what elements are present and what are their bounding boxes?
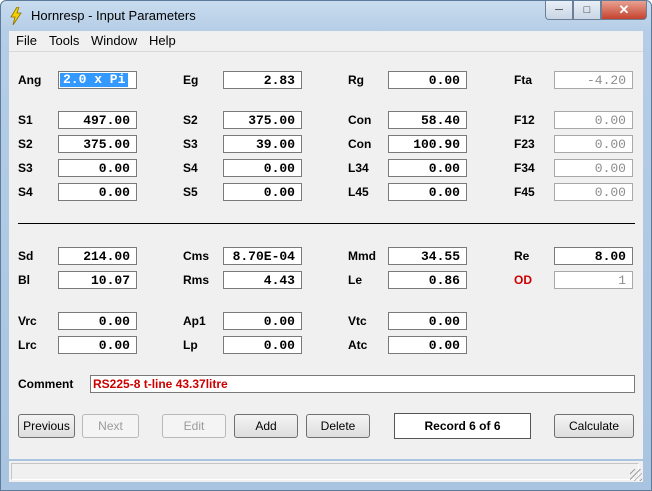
field-rms[interactable]: 4.43 [223,271,302,289]
label-f12: F12 [514,113,535,127]
field-f23: 0.00 [554,135,633,153]
field-s2[interactable]: 375.00 [58,135,137,153]
field-l34[interactable]: 0.00 [388,159,467,177]
label-rg: Rg [348,73,364,87]
label-comment: Comment [18,377,74,391]
label-s4-upper: S4 [183,161,198,175]
field-l45[interactable]: 0.00 [388,183,467,201]
maximize-icon: □ [583,4,591,16]
field-con2[interactable]: 100.90 [388,135,467,153]
menu-tools[interactable]: Tools [49,33,79,48]
label-od[interactable]: OD [514,273,532,287]
field-f45: 0.00 [554,183,633,201]
field-s2-upper[interactable]: 375.00 [223,111,302,129]
label-ap1: Ap1 [183,314,206,328]
label-s3-upper: S3 [183,137,198,151]
field-s3[interactable]: 0.00 [58,159,137,177]
menu-file[interactable]: File [16,33,37,48]
field-sd[interactable]: 214.00 [58,247,137,265]
field-rg[interactable]: 0.00 [388,71,467,89]
resize-grip-icon[interactable] [630,469,642,481]
window-title: Hornresp - Input Parameters [31,8,196,23]
field-vtc[interactable]: 0.00 [388,312,467,330]
field-s5[interactable]: 0.00 [223,183,302,201]
field-ap1[interactable]: 0.00 [223,312,302,330]
hornresp-window: Hornresp - Input Parameters ─ □ ✕ File T… [0,0,652,491]
field-eg[interactable]: 2.83 [223,71,302,89]
label-mmd: Mmd [348,249,376,263]
label-l45: L45 [348,185,369,199]
menu-window[interactable]: Window [91,33,137,48]
label-lp: Lp [183,338,198,352]
menu-bar: File Tools Window Help [9,31,643,52]
field-le[interactable]: 0.86 [388,271,467,289]
minimize-button[interactable]: ─ [545,1,573,20]
input-parameters-panel: Ang 2.0 x Pi Eg 2.83 Rg 0.00 Fta -4.20 S… [9,52,643,459]
label-s2: S2 [18,137,33,151]
field-s3-upper[interactable]: 39.00 [223,135,302,153]
label-s4: S4 [18,185,33,199]
field-ang[interactable]: 2.0 x Pi [58,71,137,89]
field-cms[interactable]: 8.70E-04 [223,247,302,265]
label-re: Re [514,249,530,263]
label-f34: F34 [514,161,535,175]
delete-button[interactable]: Delete [306,414,370,438]
edit-button: Edit [162,414,226,438]
label-fta: Fta [514,73,532,87]
field-bl[interactable]: 10.07 [58,271,137,289]
label-vrc: Vrc [18,314,37,328]
comment-field[interactable]: RS225-8 t-line 43.37litre [90,375,635,393]
label-s2-upper: S2 [183,113,198,127]
label-cms: Cms [183,249,210,263]
next-button: Next [82,414,139,438]
label-le: Le [348,273,363,287]
field-s4[interactable]: 0.00 [58,183,137,201]
status-pane [11,463,639,480]
record-indicator: Record 6 of 6 [394,413,531,439]
field-s4-upper[interactable]: 0.00 [223,159,302,177]
field-lrc[interactable]: 0.00 [58,336,137,354]
lightning-icon [10,7,22,25]
minimize-icon: ─ [555,4,563,16]
maximize-button[interactable]: □ [573,1,601,20]
label-eg: Eg [183,73,199,87]
previous-button[interactable]: Previous [18,414,75,438]
field-fta: -4.20 [554,71,633,89]
close-icon: ✕ [618,2,630,17]
label-vtc: Vtc [348,314,367,328]
field-atc[interactable]: 0.00 [388,336,467,354]
label-ang: Ang [18,73,42,87]
calculate-button[interactable]: Calculate [554,414,634,438]
field-f12: 0.00 [554,111,633,129]
field-mmd[interactable]: 34.55 [388,247,467,265]
label-lrc: Lrc [18,338,37,352]
label-con2: Con [348,137,372,151]
close-button[interactable]: ✕ [601,1,647,20]
field-re[interactable]: 8.00 [554,247,633,265]
label-f23: F23 [514,137,535,151]
menu-help[interactable]: Help [149,33,176,48]
field-s1[interactable]: 497.00 [58,111,137,129]
status-bar [9,461,643,482]
section-divider [18,223,635,224]
field-f34: 0.00 [554,159,633,177]
label-rms: Rms [183,273,210,287]
label-f45: F45 [514,185,535,199]
label-bl: Bl [18,273,30,287]
label-s5: S5 [183,185,198,199]
label-atc: Atc [348,338,368,352]
title-bar[interactable]: Hornresp - Input Parameters ─ □ ✕ [1,1,651,31]
label-con1: Con [348,113,372,127]
label-s3: S3 [18,161,33,175]
field-od: 1 [554,271,633,289]
field-con1[interactable]: 58.40 [388,111,467,129]
label-s1: S1 [18,113,33,127]
label-sd: Sd [18,249,34,263]
add-button[interactable]: Add [234,414,298,438]
field-vrc[interactable]: 0.00 [58,312,137,330]
label-l34: L34 [348,161,369,175]
field-lp[interactable]: 0.00 [223,336,302,354]
